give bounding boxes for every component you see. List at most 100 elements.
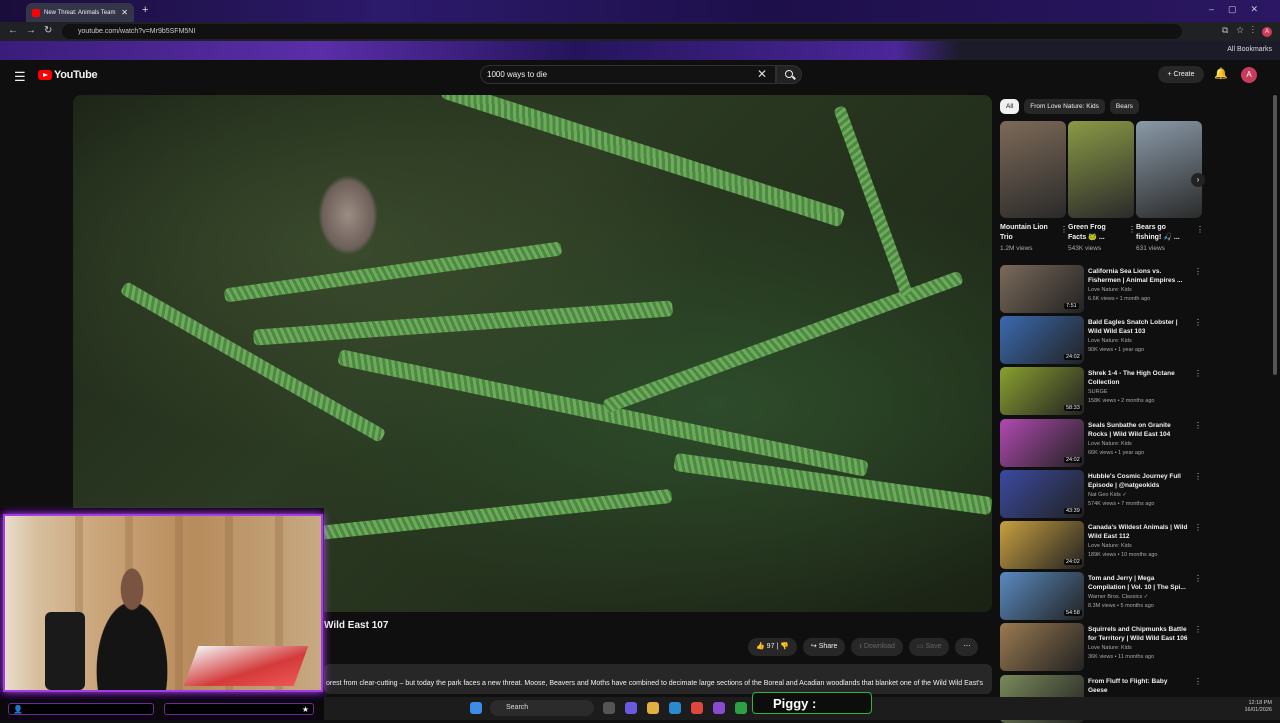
video-title[interactable]: California Sea Lions vs. Fishermen | Ani… (1088, 267, 1188, 285)
reload-icon[interactable]: ↻ (44, 25, 52, 36)
recommended-video[interactable]: 24:02 Seals Sunbathe on Granite Rocks | W… (1000, 418, 1202, 467)
video-description[interactable]: orest from clear-cutting – but today the… (324, 664, 992, 694)
streamer (77, 564, 187, 690)
page-scrollbar[interactable] (1273, 95, 1277, 375)
kebab-menu-icon[interactable]: ⋮ (1128, 225, 1136, 234)
recommended-video[interactable]: Squirrels and Chipmunks Battle for Terri… (1000, 623, 1202, 672)
youtube-logo[interactable]: YouTube (38, 69, 98, 81)
video-meta: 574K views • 7 months ago (1088, 500, 1155, 507)
video-meta: 36K views • 11 months ago (1088, 654, 1155, 661)
close-tab-icon[interactable]: ✕ (121, 8, 128, 17)
forward-icon[interactable]: → (26, 25, 36, 36)
window-controls[interactable]: –▢✕ (1209, 4, 1272, 15)
video-title[interactable]: From Fluff to Flight: Baby Geese (1088, 677, 1188, 695)
taskbar-search[interactable]: Search (490, 700, 594, 716)
clear-search-icon[interactable]: ✕ (757, 66, 767, 83)
app-icon[interactable] (713, 702, 725, 714)
copilot-icon[interactable] (625, 702, 637, 714)
filter-chips: All From Love Nature: Kids Bears (1000, 99, 1144, 114)
chip-2[interactable]: Bears (1109, 99, 1139, 114)
short-thumbnail[interactable] (1136, 121, 1202, 218)
youtube-play-icon (38, 70, 52, 80)
short-thumbnail[interactable] (1000, 121, 1066, 218)
browser-tab[interactable]: New Threat: Animals Team ✕ (26, 3, 134, 22)
video-frame-moth (318, 175, 378, 255)
kebab-menu-icon[interactable]: ⋮ (1194, 267, 1202, 276)
search-value: 1000 ways to die (487, 70, 548, 79)
short-thumbnail[interactable] (1068, 121, 1134, 218)
star-icon: ★ (164, 703, 314, 715)
edge-icon[interactable] (669, 702, 681, 714)
menu-icon[interactable]: ☰ (14, 69, 26, 85)
url-field[interactable]: youtube.com/watch?v=Mr9b5SFM5NI (62, 24, 1182, 39)
back-icon[interactable]: ← (8, 25, 18, 36)
video-title[interactable]: Squirrels and Chipmunks Battle for Terri… (1088, 625, 1188, 643)
short-title[interactable]: Bears go fishing! 🎣 ... (1136, 223, 1192, 243)
kebab-menu-icon[interactable]: ⋮ (1194, 677, 1202, 686)
webcam-feed (3, 514, 323, 692)
recommended-video[interactable]: 54:58 Tom and Jerry | Mega Compilation | … (1000, 572, 1202, 621)
channel-name[interactable]: Love Nature: Kids (1088, 338, 1132, 344)
file-explorer-icon[interactable] (647, 702, 659, 714)
kebab-menu-icon[interactable]: ⋮ (1194, 472, 1202, 481)
video-thumbnail[interactable] (1000, 623, 1084, 672)
kebab-menu-icon[interactable]: ⋮ (1060, 225, 1068, 234)
channel-name[interactable]: Love Nature: Kids (1088, 645, 1132, 651)
share-button[interactable]: ↪ Share (802, 638, 846, 656)
short-item[interactable]: Green Frog Facts 🐸 ... 543K views ⋮ (1068, 121, 1136, 252)
video-title[interactable]: Shrek 1-4 - The High Octane Collection (1088, 369, 1188, 387)
recommended-video[interactable]: 7:51 California Sea Lions vs. Fishermen |… (1000, 265, 1202, 313)
all-bookmarks-link[interactable]: All Bookmarks (1227, 46, 1272, 53)
chrome-icon[interactable] (691, 702, 703, 714)
short-item[interactable]: Mountain Lion Trio 1.2M views ⋮ (1000, 121, 1068, 252)
kebab-menu-icon[interactable]: ⋮ (1194, 369, 1202, 378)
account-avatar[interactable]: A (1241, 67, 1257, 83)
notifications-bell-icon[interactable]: 🔔 (1214, 67, 1228, 80)
save-button[interactable]: ▭ Save (908, 638, 950, 656)
create-button[interactable]: + Create (1158, 66, 1204, 83)
recommended-video[interactable]: 43:39 Hubble's Cosmic Journey Full Episod… (1000, 469, 1202, 518)
channel-name[interactable]: Love Nature: Kids (1088, 543, 1132, 549)
video-title[interactable]: Seals Sunbathe on Granite Rocks | Wild W… (1088, 421, 1188, 439)
windows-start-icon[interactable] (470, 702, 482, 714)
download-button[interactable]: ⭳ Download (851, 638, 903, 656)
person-icon: 👤 (8, 703, 154, 715)
video-title[interactable]: Tom and Jerry | Mega Compilation | Vol. … (1088, 574, 1188, 592)
recommended-video[interactable]: 24:02 Canada's Wildest Animals | Wild Wil… (1000, 521, 1202, 569)
video-title[interactable]: Bald Eagles Snatch Lobster | Wild Wild E… (1088, 318, 1188, 336)
video-title[interactable]: Hubble's Cosmic Journey Full Episode | @… (1088, 472, 1188, 490)
chip-0[interactable]: All (1000, 99, 1020, 114)
task-view-icon[interactable] (603, 702, 615, 714)
like-button[interactable]: 👍 97 | 👎 (748, 638, 797, 656)
duration-badge: 54:58 (1064, 610, 1082, 617)
channel-name[interactable]: Love Nature: Kids (1088, 287, 1132, 293)
video-title[interactable]: Canada's Wildest Animals | Wild Wild Eas… (1088, 523, 1188, 541)
channel-name[interactable]: Warner Bros. Classics ✓ (1088, 594, 1148, 600)
kebab-menu-icon[interactable]: ⋮ (1194, 523, 1202, 532)
channel-name[interactable]: Nat Geo Kids ✓ (1088, 492, 1127, 498)
new-tab-button[interactable]: + (142, 4, 148, 16)
short-title[interactable]: Mountain Lion Trio (1000, 223, 1056, 243)
channel-name[interactable]: SURGE (1088, 389, 1108, 395)
short-item[interactable]: Bears go fishing! 🎣 ... 631 views ⋮ (1136, 121, 1204, 252)
kebab-menu-icon[interactable]: ⋮ (1194, 421, 1202, 430)
search-input[interactable]: 1000 ways to die ✕ (480, 65, 776, 84)
profile-icon[interactable]: A (1262, 27, 1272, 37)
search-button[interactable] (776, 65, 802, 84)
more-actions-icon[interactable]: ⋯ (955, 638, 979, 656)
kebab-menu-icon[interactable]: ⋮ (1194, 574, 1202, 583)
xbox-icon[interactable] (735, 702, 747, 714)
recommended-video[interactable]: 58:33 Shrek 1-4 - The High Octane Collect… (1000, 367, 1202, 416)
toolbar-icons[interactable]: ⧉☆⋮ A (1222, 25, 1272, 37)
kebab-menu-icon[interactable]: ⋮ (1196, 225, 1204, 234)
short-title[interactable]: Green Frog Facts 🐸 ... (1068, 223, 1124, 243)
system-tray-clock[interactable]: 12:18 PM 16/01/2026 (1244, 700, 1272, 714)
recommended-video[interactable]: 24:02 Bald Eagles Snatch Lobster | Wild W… (1000, 316, 1202, 365)
kebab-menu-icon[interactable]: ⋮ (1194, 318, 1202, 327)
chevron-right-icon[interactable]: › (1191, 173, 1205, 187)
chip-1[interactable]: From Love Nature: Kids (1024, 99, 1105, 114)
channel-name[interactable]: Love Nature: Kids (1088, 441, 1132, 447)
video-meta: 6.6K views • 1 month ago (1088, 296, 1151, 302)
video-actions: 👍 97 | 👎 ↪ Share ⭳ Download ▭ Save ⋯ (748, 638, 984, 656)
kebab-menu-icon[interactable]: ⋮ (1194, 625, 1202, 634)
